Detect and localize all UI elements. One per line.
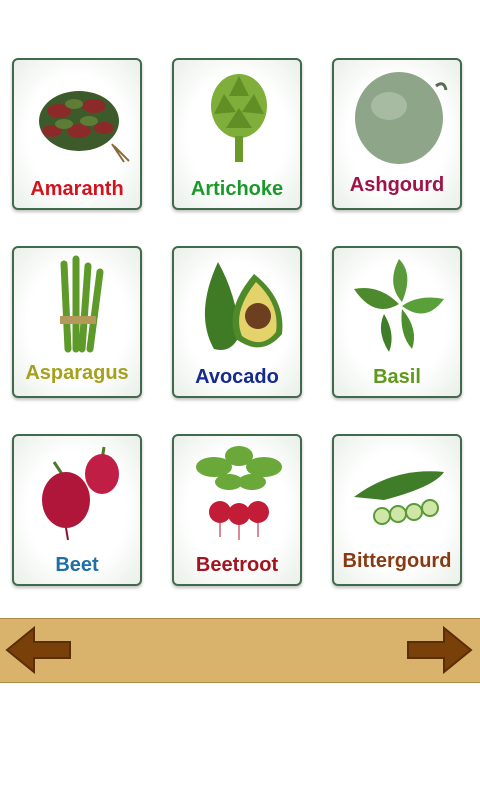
avocado-image [204, 262, 283, 350]
ashgourd-image [355, 72, 448, 164]
next-button[interactable] [404, 625, 474, 675]
beetroot-image [196, 446, 282, 540]
artichoke-image [211, 74, 267, 162]
card-basil[interactable]: Basil [332, 246, 462, 398]
card-label: Asparagus [25, 362, 129, 384]
card-ashgourd[interactable]: Ashgourd [332, 58, 462, 210]
card-label: Avocado [195, 366, 279, 388]
card-beet[interactable]: Beet [12, 434, 142, 586]
asparagus-image [60, 255, 104, 353]
card-label: Basil [373, 366, 421, 388]
card-artichoke[interactable]: Artichoke [172, 58, 302, 210]
beet-image [42, 446, 119, 541]
bittergourd-image [354, 471, 444, 525]
card-label: Ashgourd [349, 174, 445, 196]
navigation-bar [0, 618, 480, 683]
right-arrow-icon [407, 625, 473, 675]
previous-button[interactable] [4, 625, 74, 675]
card-label: Beet [55, 554, 99, 576]
card-label: Amaranth [30, 178, 124, 200]
card-label: Bittergourd [342, 550, 452, 572]
left-arrow-icon [5, 625, 71, 675]
card-beetroot[interactable]: Beetroot [172, 434, 302, 586]
basil-image [354, 259, 444, 352]
card-amaranth[interactable]: Amaranth [12, 58, 142, 210]
card-avocado[interactable]: Avocado [172, 246, 302, 398]
card-label: Artichoke [190, 178, 284, 200]
amaranth-image [39, 91, 130, 163]
card-label: Beetroot [195, 554, 279, 576]
card-bittergourd[interactable]: Bittergourd [332, 434, 462, 586]
card-asparagus[interactable]: Asparagus [12, 246, 142, 398]
